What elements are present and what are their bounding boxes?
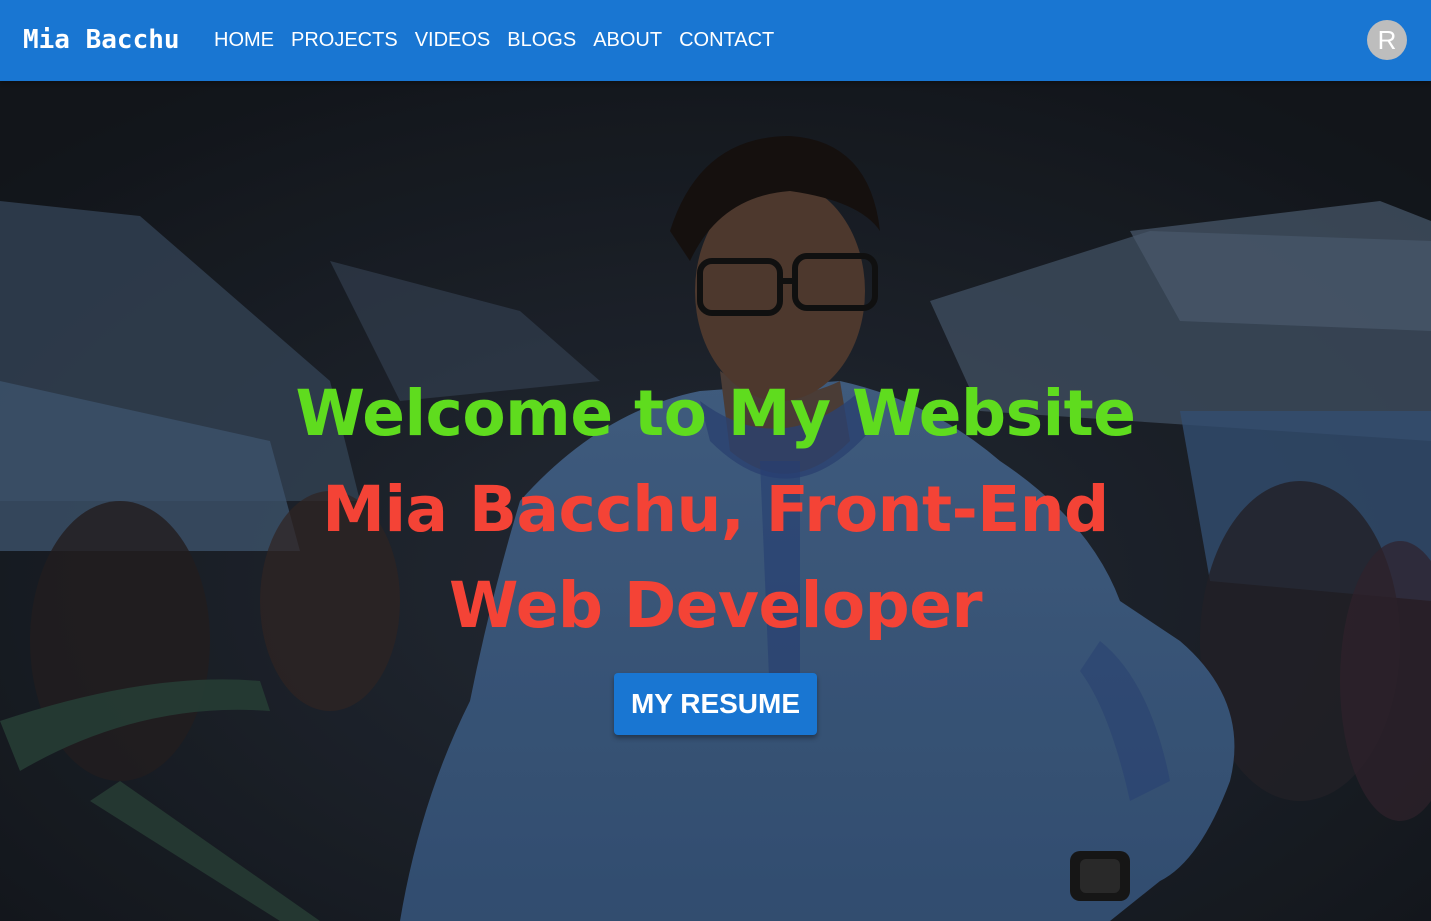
nav-link-videos[interactable]: VIDEOS [415,28,491,52]
nav-links: HOME PROJECTS VIDEOS BLOGS ABOUT CONTACT [214,28,774,52]
top-navbar: Mia Bacchu HOME PROJECTS VIDEOS BLOGS AB… [0,0,1431,81]
hero-section: Welcome to My Website Mia Bacchu, Front-… [0,81,1431,921]
user-avatar[interactable]: R [1367,20,1407,60]
my-resume-button[interactable]: MY RESUME [613,673,818,735]
nav-link-home[interactable]: HOME [214,28,274,52]
hero-content: Welcome to My Website Mia Bacchu, Front-… [0,366,1431,735]
welcome-heading: Welcome to My Website [295,377,1136,450]
subtitle-heading: Mia Bacchu, Front-End Web Developer [322,473,1109,642]
nav-link-about[interactable]: ABOUT [593,28,662,52]
brand-logo-link[interactable]: Mia Bacchu [23,24,180,56]
nav-link-contact[interactable]: CONTACT [679,28,774,52]
nav-link-blogs[interactable]: BLOGS [507,28,576,52]
nav-link-projects[interactable]: PROJECTS [291,28,398,52]
